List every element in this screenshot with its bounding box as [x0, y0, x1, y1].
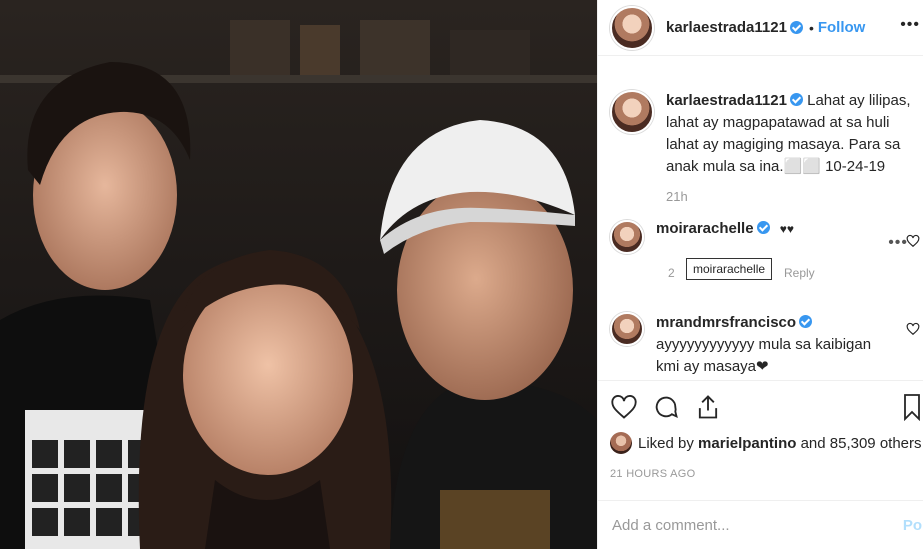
post-photo[interactable]: [0, 0, 597, 549]
reply-button[interactable]: Reply: [784, 266, 815, 280]
caption-avatar[interactable]: [610, 90, 654, 134]
comment-username[interactable]: moirarachelle: [656, 220, 754, 237]
verified-badge-icon: [789, 21, 803, 34]
comment-item: moirarachelle ♥♥ 2 moirarachelle Reply •…: [610, 220, 923, 280]
caption-time[interactable]: 21h: [666, 186, 916, 208]
add-comment-bar: Add a comment... Po: [598, 500, 923, 549]
liker-avatar: [610, 432, 632, 454]
username-tooltip: moirarachelle: [686, 258, 773, 280]
action-bar: [598, 380, 923, 432]
comment-time[interactable]: 2: [668, 266, 675, 280]
separator-dot: •: [808, 19, 814, 36]
comment-text: ♥♥: [779, 222, 794, 236]
verified-badge-icon: [789, 93, 803, 106]
post-sidebar: karlaestrada1121 • Follow ••• karlaestra…: [597, 0, 923, 549]
likes-prefix: Liked by: [638, 434, 694, 452]
post-photo-image: [0, 0, 597, 549]
comment-item: mrandmrsfrancisco ayyyyyyyyyyyy mula sa …: [610, 312, 923, 378]
caption: karlaestrada1121 Lahat ay lilipas, lahat…: [610, 90, 923, 208]
like-icon[interactable]: [610, 393, 638, 421]
comment-username[interactable]: mrandmrsfrancisco: [656, 314, 796, 331]
likes-count[interactable]: and 85,309 others: [801, 435, 922, 452]
likes-summary[interactable]: Liked by marielpantino and 85,309 others: [610, 432, 922, 454]
comment-like-icon[interactable]: [906, 234, 920, 248]
save-bookmark-icon[interactable]: [902, 393, 922, 426]
comment-icon[interactable]: [652, 393, 680, 421]
follow-button[interactable]: Follow: [818, 19, 866, 36]
commenter-avatar[interactable]: [610, 312, 644, 346]
comments-list[interactable]: karlaestrada1121 Lahat ay lilipas, lahat…: [598, 80, 923, 380]
commenter-avatar[interactable]: [610, 220, 644, 254]
caption-username[interactable]: karlaestrada1121: [666, 92, 787, 109]
comment-like-icon[interactable]: [906, 322, 920, 336]
author-username[interactable]: karlaestrada1121: [666, 19, 787, 36]
post-timestamp[interactable]: 21 HOURS AGO: [610, 468, 696, 480]
verified-badge-icon: [756, 221, 770, 234]
post-comment-button[interactable]: Po: [903, 517, 922, 534]
post-header: karlaestrada1121 • Follow •••: [598, 0, 923, 56]
add-comment-input[interactable]: Add a comment...: [612, 517, 730, 534]
likes-user[interactable]: marielpantino: [698, 435, 796, 452]
comment-text: ayyyyyyyyyyyy mula sa kaibigan kmi ay ma…: [656, 336, 872, 375]
verified-badge-icon: [799, 315, 813, 328]
more-options-icon[interactable]: •••: [900, 16, 920, 34]
share-icon[interactable]: [694, 393, 722, 421]
author-avatar[interactable]: [610, 5, 654, 50]
